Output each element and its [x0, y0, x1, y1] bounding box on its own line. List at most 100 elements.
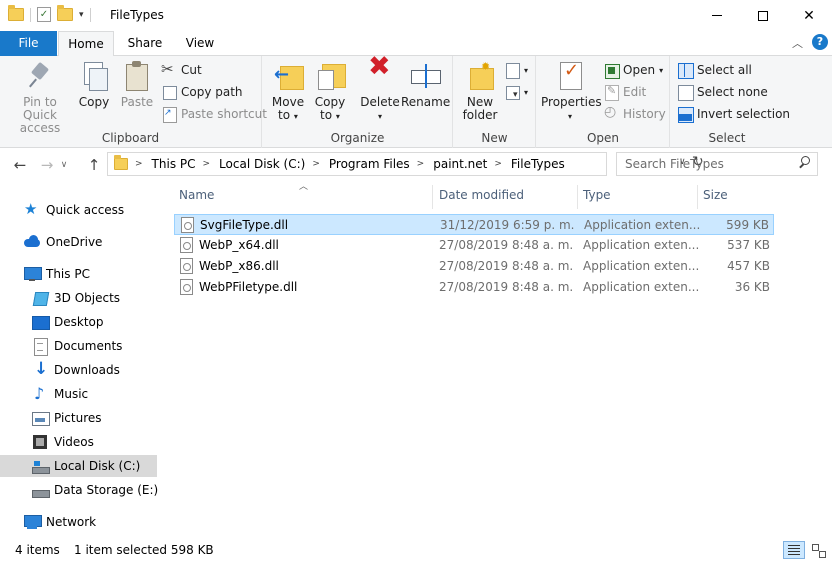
column-header-name[interactable]: Name	[174, 185, 433, 209]
breadcrumb-local-disk[interactable]: Local Disk (C:)	[219, 157, 305, 171]
open-label: Open	[623, 63, 656, 77]
customize-toolbar-icon[interactable]: ▾	[79, 10, 84, 20]
file-type: Application exten...	[584, 218, 701, 232]
breadcrumb-filetypes[interactable]: FileTypes	[511, 157, 565, 171]
chevron-right-icon[interactable]: >	[494, 159, 502, 169]
nav-onedrive[interactable]: OneDrive	[24, 231, 181, 253]
details-view-button[interactable]	[783, 541, 805, 559]
history-button[interactable]: History	[603, 104, 666, 123]
navigation-bar: ← → ∨ ↑ > This PC > Local Disk (C:) > Pr…	[0, 149, 832, 180]
new-item-icon	[504, 62, 520, 79]
chevron-right-icon[interactable]: >	[312, 159, 320, 169]
close-icon: ✕	[803, 7, 815, 24]
open-button[interactable]: Open ▾	[603, 61, 663, 79]
paste-shortcut-button[interactable]: Paste shortcut	[161, 105, 267, 123]
file-row[interactable]: WebP_x64.dll 27/08/2019 8:48 a. m. Appli…	[174, 235, 774, 256]
chevron-right-icon[interactable]: >	[203, 159, 211, 169]
recent-locations-button[interactable]: ∨	[58, 155, 70, 175]
invert-selection-button[interactable]: Invert selection	[677, 105, 790, 123]
nav-label: OneDrive	[46, 235, 103, 249]
large-icons-view-button[interactable]	[809, 541, 827, 559]
open-group-label: Open	[586, 131, 620, 145]
tab-view[interactable]: View	[175, 31, 225, 56]
maximize-button[interactable]	[740, 0, 786, 31]
new-folder-button[interactable]: New folder	[460, 60, 500, 122]
nav-this-pc[interactable]: This PC	[24, 263, 181, 285]
collapse-ribbon-icon[interactable]: ︿	[792, 35, 803, 51]
move-to-button[interactable]: Move to ▾	[269, 60, 307, 123]
file-date-modified: 27/08/2019 8:48 a. m.	[439, 280, 574, 294]
file-row[interactable]: WebP_x86.dll 27/08/2019 8:48 a. m. Appli…	[174, 256, 774, 277]
breadcrumb-this-pc[interactable]: This PC	[152, 157, 196, 171]
forward-button[interactable]: →	[37, 155, 57, 175]
delete-button[interactable]: Delete ▾	[359, 60, 401, 123]
close-button[interactable]: ✕	[786, 0, 832, 31]
new-folder-label-line2: folder	[462, 108, 498, 122]
tab-home[interactable]: Home	[58, 31, 114, 57]
paste-shortcut-label: Paste shortcut	[181, 107, 267, 121]
chevron-down-icon: ▾	[567, 112, 572, 121]
edit-label: Edit	[623, 85, 647, 99]
pin-icon	[24, 60, 56, 92]
chevron-right-icon[interactable]: >	[135, 159, 143, 169]
copy-path-button[interactable]: Copy path	[161, 83, 243, 101]
minimize-button[interactable]	[694, 0, 740, 31]
cube-icon	[32, 290, 48, 306]
chevron-right-icon[interactable]: >	[417, 159, 425, 169]
arrow-up-icon: ↑	[87, 156, 101, 174]
invert-selection-label: Invert selection	[697, 107, 791, 121]
file-name: WebPFiletype.dll	[199, 280, 298, 294]
title-bar: ✓ ▾ FileTypes ✕	[0, 0, 832, 31]
pin-to-quick-access-button[interactable]: Pin to Quick access	[6, 60, 74, 135]
column-header-type[interactable]: Type	[578, 185, 698, 209]
copy-to-button[interactable]: Copy to ▾	[311, 60, 349, 123]
edit-button[interactable]: Edit	[603, 83, 646, 101]
search-input[interactable]	[617, 153, 787, 175]
cloud-icon	[24, 234, 40, 250]
rename-button[interactable]: Rename	[401, 60, 450, 109]
clipboard-group-label: Clipboard	[101, 131, 160, 145]
select-none-button[interactable]: Select none	[677, 83, 768, 101]
clipboard-group: Pin to Quick access Copy Paste Cut Copy …	[0, 56, 267, 148]
copy-button[interactable]: Copy	[76, 60, 112, 109]
breadcrumb-program-files[interactable]: Program Files	[329, 157, 410, 171]
paste-label: Paste	[120, 95, 154, 109]
dll-file-icon	[181, 217, 194, 233]
help-icon[interactable]: ?	[812, 34, 828, 50]
file-row[interactable]: SvgFileType.dll 31/12/2019 6:59 p. m. Ap…	[174, 214, 774, 235]
back-button[interactable]: ←	[10, 155, 30, 175]
quick-access-toolbar: ✓ ▾	[8, 5, 91, 22]
tab-share[interactable]: Share	[120, 31, 170, 56]
up-button[interactable]: ↑	[84, 155, 104, 175]
pin-label-line1: Pin to Quick	[23, 95, 57, 122]
scissors-icon	[161, 60, 177, 78]
copy-label: Copy	[78, 95, 110, 109]
file-date-modified: 31/12/2019 6:59 p. m.	[440, 218, 575, 232]
desktop-icon	[32, 314, 50, 330]
properties-icon[interactable]: ✓	[37, 7, 51, 22]
search-box[interactable]	[616, 152, 818, 176]
nav-network[interactable]: Network	[24, 511, 181, 533]
drive-icon	[32, 482, 50, 498]
select-all-button[interactable]: Select all	[677, 61, 752, 79]
properties-button[interactable]: Properties ▾	[541, 60, 602, 123]
paste-button[interactable]: Paste	[117, 60, 157, 109]
arrow-right-icon: →	[40, 156, 54, 174]
select-group: Select all Select none Invert selection …	[671, 56, 790, 148]
file-row[interactable]: WebPFiletype.dll 27/08/2019 8:48 a. m. A…	[174, 277, 774, 298]
breadcrumb-paint-net[interactable]: paint.net	[433, 157, 487, 171]
new-item-button[interactable]: ▾	[504, 61, 528, 79]
cut-button[interactable]: Cut	[161, 60, 202, 79]
nav-local-disk[interactable]: Local Disk (C:)	[0, 455, 157, 477]
organize-group-label: Organize	[330, 131, 385, 145]
nav-label: 3D Objects	[54, 291, 121, 305]
easy-access-button[interactable]: ▾	[504, 83, 528, 101]
address-bar[interactable]: > This PC > Local Disk (C:) > Program Fi…	[107, 152, 704, 176]
nav-quick-access[interactable]: Quick access	[24, 199, 181, 221]
new-folder-icon[interactable]	[57, 5, 73, 21]
nav-label: This PC	[46, 267, 90, 281]
column-header-size[interactable]: Size	[698, 185, 774, 209]
column-header-date-modified[interactable]: Date modified	[434, 185, 578, 209]
tab-file[interactable]: File	[0, 31, 57, 56]
properties-label: Properties	[541, 95, 602, 109]
